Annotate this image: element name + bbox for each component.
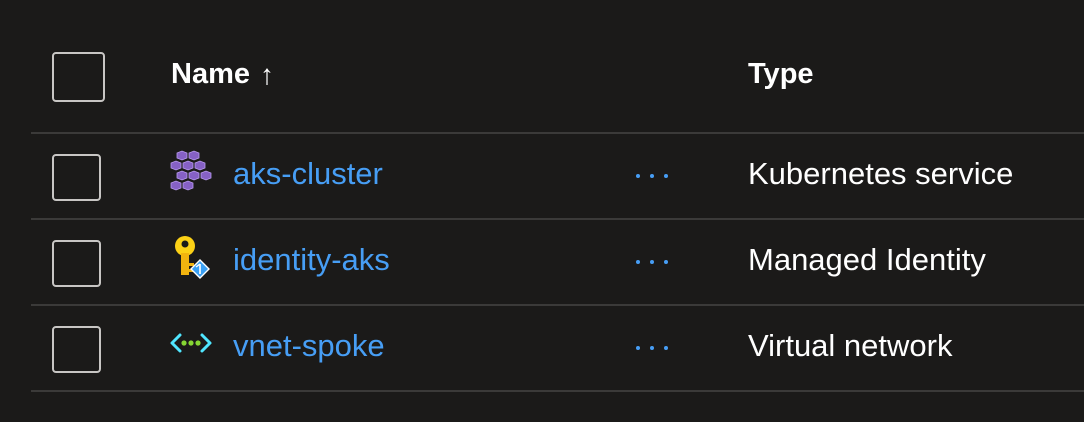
resource-type: Virtual network (748, 328, 953, 363)
dot-icon (636, 174, 640, 178)
resource-name-link[interactable]: vnet-spoke (233, 328, 385, 364)
resource-name-link[interactable]: identity-aks (233, 242, 390, 278)
dot-icon (650, 260, 654, 264)
more-actions-button[interactable] (628, 158, 676, 194)
dot-icon (636, 346, 640, 350)
managed-identity-icon (175, 236, 210, 279)
resource-type: Kubernetes service (748, 156, 1014, 191)
dot-icon (650, 174, 654, 178)
grid-header: Name ↑ Type (0, 0, 1084, 133)
virtual-network-icon (170, 333, 212, 353)
resource-grid: Name ↑ Type aks-cluster Kubernetes servi… (0, 0, 1084, 422)
dot-icon (664, 260, 668, 264)
row-checkbox[interactable] (52, 240, 101, 287)
dot-icon (664, 174, 668, 178)
kubernetes-icon (170, 150, 212, 191)
type-column-header[interactable]: Type (748, 58, 814, 91)
table-row: identity-aks Managed Identity (0, 220, 1084, 306)
resource-name-link[interactable]: aks-cluster (233, 156, 383, 192)
dot-icon (636, 260, 640, 264)
dot-icon (650, 346, 654, 350)
resource-type: Managed Identity (748, 242, 986, 277)
dot-icon (664, 346, 668, 350)
more-actions-button[interactable] (628, 244, 676, 280)
name-column-header[interactable]: Name ↑ (171, 58, 274, 91)
row-divider (31, 390, 1084, 392)
name-column-label: Name (171, 58, 250, 90)
select-all-checkbox[interactable] (52, 52, 105, 102)
sort-ascending-icon: ↑ (260, 58, 274, 90)
table-row: aks-cluster Kubernetes service (0, 134, 1084, 220)
table-row: vnet-spoke Virtual network (0, 306, 1084, 392)
row-checkbox[interactable] (52, 326, 101, 373)
row-checkbox[interactable] (52, 154, 101, 201)
more-actions-button[interactable] (628, 330, 676, 366)
